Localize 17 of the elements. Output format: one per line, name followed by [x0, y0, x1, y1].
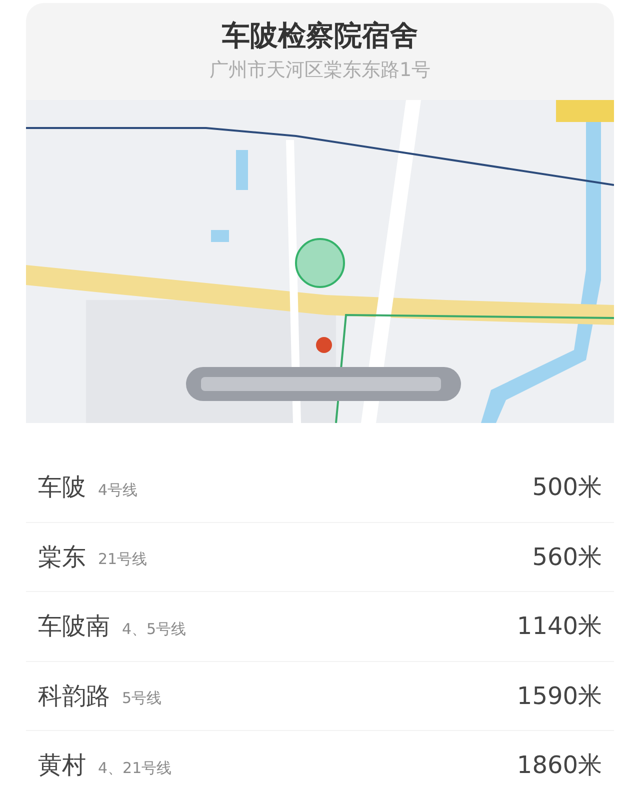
distance-text: 1140米 — [516, 611, 602, 642]
place-title: 车陂检察院宿舍 — [222, 18, 418, 54]
distance-text: 1590米 — [516, 680, 602, 712]
station-name: 车陂南 — [38, 611, 110, 642]
station-name: 黄村 — [38, 750, 86, 782]
distance-text: 1860米 — [516, 750, 602, 782]
place-address: 广州市天河区棠东东路1号 — [209, 58, 431, 83]
distance-text: 500米 — [532, 472, 602, 504]
station-name: 车陂 — [38, 472, 86, 504]
line-label: 4号线 — [98, 480, 138, 500]
line-label: 4、21号线 — [98, 758, 172, 778]
line-label: 5号线 — [122, 688, 162, 708]
line-label: 4、5号线 — [122, 618, 186, 639]
line-label: 21号线 — [98, 549, 148, 570]
station-name: 科韵路 — [38, 680, 110, 712]
station-name: 棠东 — [38, 542, 86, 573]
distance-text: 560米 — [532, 542, 602, 573]
